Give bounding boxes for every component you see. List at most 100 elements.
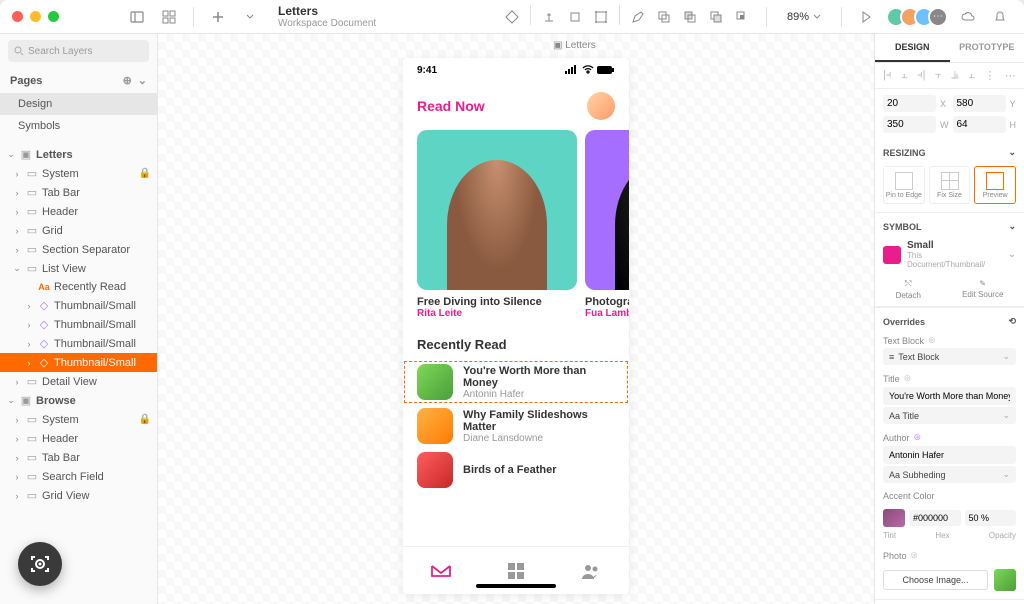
- symbol-tool-icon[interactable]: [500, 5, 524, 29]
- accent-color-swatch[interactable]: [883, 509, 905, 527]
- symbol-selector[interactable]: Small This Document/Thumbnail/ ⌄: [875, 236, 1024, 273]
- chevron-down-icon[interactable]: ⌄: [1008, 221, 1016, 232]
- difference-icon[interactable]: [730, 5, 754, 29]
- grid-view-icon[interactable]: [157, 5, 181, 29]
- add-page-icon[interactable]: ⊕: [123, 74, 132, 87]
- maximize-window[interactable]: [48, 11, 59, 22]
- lock-icon[interactable]: 🔒: [139, 414, 151, 425]
- override-label: Text Block: [883, 336, 924, 346]
- tool-icon[interactable]: [589, 5, 613, 29]
- resize-pin[interactable]: Pin to Edge: [883, 166, 925, 204]
- story-card[interactable]: Photographi Fua Lamba: [585, 130, 629, 319]
- sidebar-toggle-icon[interactable]: [125, 5, 149, 29]
- artboard-browse[interactable]: ⌄▣Browse: [0, 391, 157, 410]
- reset-overrides-icon[interactable]: ⟲: [1008, 316, 1016, 327]
- list-thumbnail: [417, 452, 453, 488]
- photo-thumbnail[interactable]: [994, 569, 1016, 591]
- collapse-icon[interactable]: ⌄: [138, 74, 147, 87]
- zoom-control[interactable]: 89%: [779, 11, 829, 23]
- align-middle-icon[interactable]: ⫡: [951, 69, 958, 82]
- layer-searchfield[interactable]: ›▭Search Field: [0, 467, 157, 486]
- layer-system[interactable]: ›▭System🔒: [0, 164, 157, 183]
- title-override-input[interactable]: [883, 387, 1016, 405]
- edit-tool-icon[interactable]: [626, 5, 650, 29]
- avatar-more[interactable]: ⋯: [928, 7, 948, 27]
- author-style-select[interactable]: Aa Subheding⌄: [883, 466, 1016, 483]
- tab-mail-icon[interactable]: [430, 560, 452, 582]
- chevron-down-icon[interactable]: ⌄: [1008, 147, 1016, 158]
- layer-header[interactable]: ›▭Header: [0, 202, 157, 221]
- distribute-v-icon[interactable]: ⋯: [1005, 69, 1016, 82]
- bell-icon[interactable]: [988, 5, 1012, 29]
- author-override-input[interactable]: [883, 446, 1016, 464]
- pos-y-input[interactable]: [953, 95, 1006, 112]
- tab-prototype[interactable]: PROTOTYPE: [950, 34, 1024, 62]
- layer-thumbnail-small[interactable]: ›◇Thumbnail/Small: [0, 334, 157, 353]
- align-right-icon[interactable]: ⫞|: [917, 69, 925, 82]
- subtract-icon[interactable]: [678, 5, 702, 29]
- play-icon[interactable]: [854, 5, 878, 29]
- minimize-window[interactable]: [30, 11, 41, 22]
- page-design[interactable]: Design: [0, 93, 157, 115]
- detach-button[interactable]: ⤲Detach: [896, 279, 921, 300]
- search-layers-input[interactable]: Search Layers: [8, 40, 149, 62]
- hex-input[interactable]: [909, 510, 961, 526]
- layer-grid[interactable]: ›▭Grid: [0, 221, 157, 240]
- pages-label: Pages: [10, 75, 42, 87]
- artboard-letters[interactable]: ⌄▣Letters: [0, 145, 157, 164]
- textblock-select[interactable]: ≡ Text Block⌄: [883, 348, 1016, 365]
- pos-x-input[interactable]: [883, 95, 936, 112]
- layer-system-b[interactable]: ›▭System🔒: [0, 410, 157, 429]
- layer-recently-read[interactable]: AaRecently Read: [0, 278, 157, 296]
- symbol-label: SYMBOL: [883, 222, 922, 232]
- collaborator-avatars[interactable]: ⋯: [886, 7, 948, 27]
- google-lens-button[interactable]: [18, 542, 62, 586]
- pos-h-input[interactable]: [953, 116, 1006, 133]
- align-top-icon[interactable]: ⫟: [935, 69, 942, 82]
- distribute-h-icon[interactable]: ⋮: [984, 69, 995, 82]
- resize-preview[interactable]: Preview: [974, 166, 1016, 204]
- insert-chevron-icon[interactable]: [238, 5, 262, 29]
- tool-icon[interactable]: [537, 5, 561, 29]
- tab-design[interactable]: DESIGN: [875, 34, 950, 62]
- align-bottom-icon[interactable]: ⫠: [968, 69, 975, 82]
- resize-fix[interactable]: Fix Size: [929, 166, 971, 204]
- choose-image-button[interactable]: Choose Image...: [883, 570, 988, 590]
- tab-people-icon[interactable]: [580, 560, 602, 582]
- title-style-select[interactable]: Aa Title⌄: [883, 407, 1016, 424]
- layer-thumbnail-small[interactable]: ›◇Thumbnail/Small: [0, 296, 157, 315]
- canvas[interactable]: ▣ Letters 9:41 Read Now: [158, 34, 874, 604]
- tab-grid-icon[interactable]: [505, 560, 527, 582]
- story-card[interactable]: Free Diving into Silence Rita Leite: [417, 130, 577, 319]
- layer-section-separator[interactable]: ›▭Section Separator: [0, 240, 157, 259]
- user-avatar[interactable]: [587, 92, 615, 120]
- opacity-input[interactable]: [965, 510, 1017, 526]
- phone-statusbar: 9:41: [403, 58, 629, 82]
- phone-artboard[interactable]: 9:41 Read Now Free Diving into Silence: [403, 58, 629, 594]
- cloud-icon[interactable]: [956, 5, 980, 29]
- union-icon[interactable]: [652, 5, 676, 29]
- layer-listview[interactable]: ⌄▭List View: [0, 259, 157, 278]
- pos-w-input[interactable]: [883, 116, 936, 133]
- page-symbols[interactable]: Symbols: [0, 115, 157, 137]
- layer-tabbar-b[interactable]: ›▭Tab Bar: [0, 448, 157, 467]
- layer-thumbnail-small-selected[interactable]: ›◇Thumbnail/Small: [0, 353, 157, 372]
- list-item[interactable]: Birds of a Feather: [403, 448, 629, 492]
- list-item[interactable]: You're Worth More than Money Antonin Haf…: [403, 360, 629, 404]
- layer-gridview[interactable]: ›▭Grid View: [0, 486, 157, 505]
- align-center-icon[interactable]: ⫠: [901, 69, 908, 82]
- edit-source-button[interactable]: ✎Edit Source: [962, 279, 1003, 300]
- layer-tabbar[interactable]: ›▭Tab Bar: [0, 183, 157, 202]
- layer-thumbnail-small[interactable]: ›◇Thumbnail/Small: [0, 315, 157, 334]
- list-item[interactable]: Why Family Slideshows Matter Diane Lansd…: [403, 404, 629, 448]
- layer-detailview[interactable]: ›▭Detail View: [0, 372, 157, 391]
- align-left-icon[interactable]: |⫞: [883, 69, 891, 82]
- intersect-icon[interactable]: [704, 5, 728, 29]
- tool-icon[interactable]: [563, 5, 587, 29]
- list-thumbnail: [417, 408, 453, 444]
- insert-icon[interactable]: [206, 5, 230, 29]
- layer-header-b[interactable]: ›▭Header: [0, 429, 157, 448]
- lock-icon[interactable]: 🔒: [139, 168, 151, 179]
- artboard-label[interactable]: ▣ Letters: [553, 40, 596, 51]
- close-window[interactable]: [12, 11, 23, 22]
